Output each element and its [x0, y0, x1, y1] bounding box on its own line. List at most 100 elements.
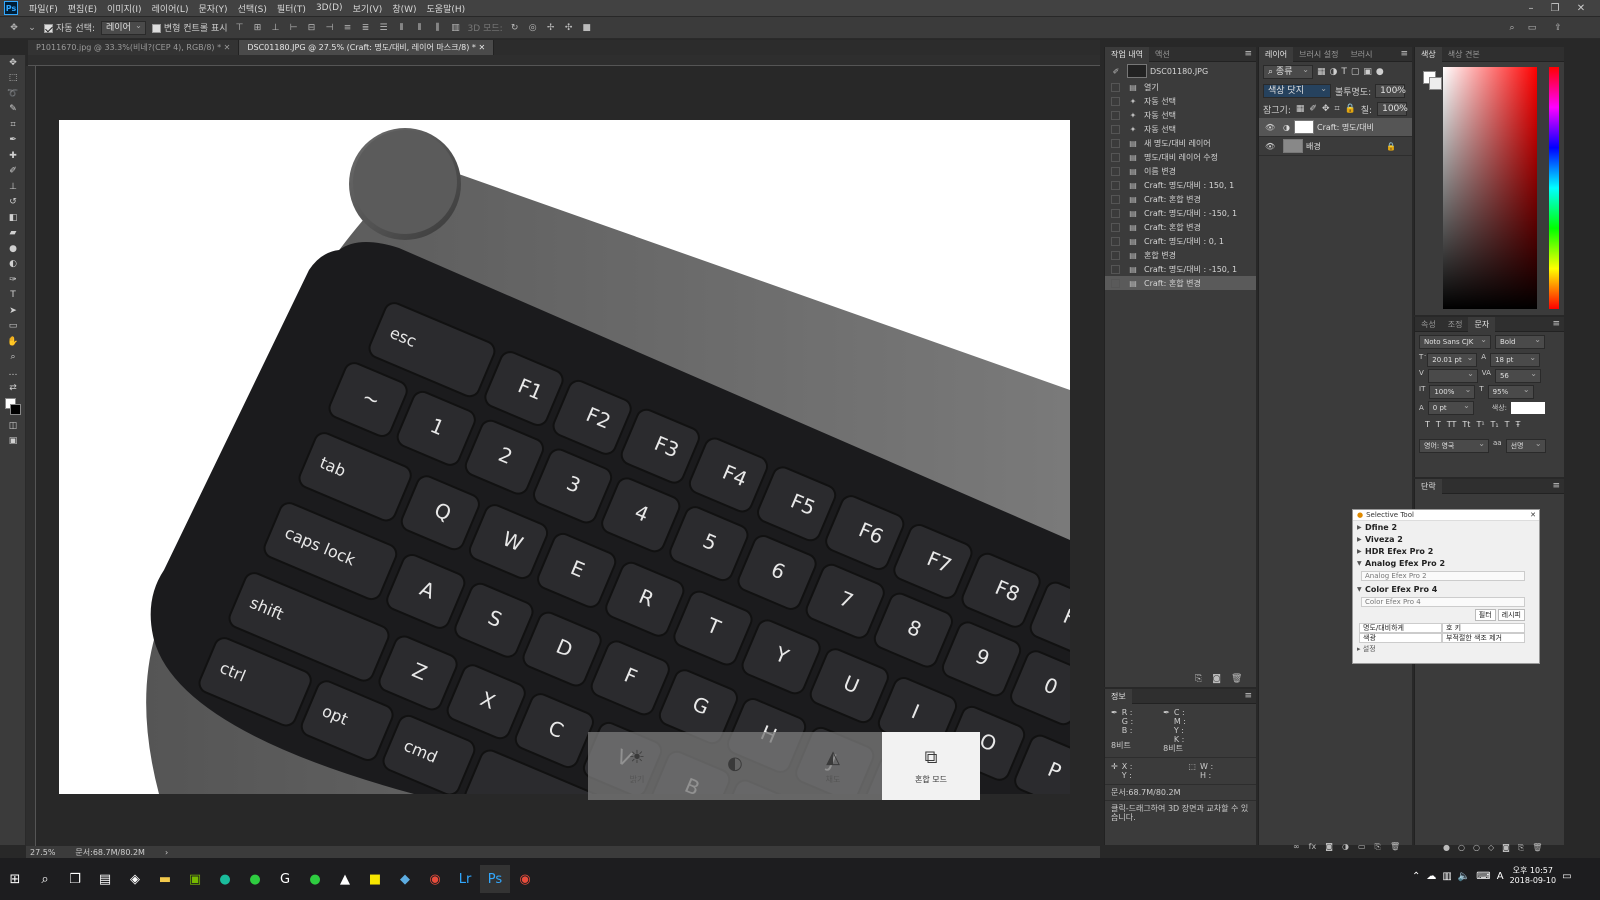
- filter-pixel-icon[interactable]: ▦: [1317, 67, 1326, 77]
- layer-row-background[interactable]: 👁 배경 🔒: [1259, 137, 1412, 156]
- selective-item-color-efex[interactable]: ▼ Color Efex Pro 4: [1353, 583, 1539, 595]
- hand-tool-icon[interactable]: ✋: [0, 334, 26, 350]
- fill-input[interactable]: 100%: [1377, 101, 1408, 116]
- menu-select[interactable]: 선택(S): [233, 2, 272, 15]
- leading-input[interactable]: 18 pt: [1490, 352, 1541, 367]
- background-swatch[interactable]: [1429, 77, 1442, 90]
- notepad-icon[interactable]: ▤: [90, 865, 120, 893]
- history-brush-source[interactable]: [1111, 82, 1120, 92]
- history-brush-source[interactable]: [1111, 278, 1120, 288]
- document-canvas[interactable]: esc F1 F2 F3 F4 F5 F6 F7 F8 F9 ~1 2 3 4 5 6 7 8 9 0 tab Q W E R T…: [59, 120, 1070, 794]
- history-item[interactable]: ✦ 자동 선택: [1105, 108, 1256, 122]
- distribute-right-icon[interactable]: ⫼: [432, 22, 444, 34]
- history-item[interactable]: ▤ Craft: 혼합 변경: [1105, 276, 1256, 290]
- tab-document-1[interactable]: P1011670.jpg @ 33.3%(비네?(CEP 4), RGB/8) …: [28, 40, 240, 55]
- blur-tool-icon[interactable]: ●: [0, 241, 26, 257]
- restore-icon[interactable]: ❐: [1544, 0, 1566, 16]
- lightroom-icon[interactable]: Lr: [450, 865, 480, 893]
- menu-help[interactable]: 도움말(H): [422, 2, 471, 15]
- layer-row-adjustment[interactable]: 👁 ◑ Craft: 명도/대비: [1259, 118, 1412, 137]
- brush-tool-icon[interactable]: ✐: [0, 164, 26, 180]
- hud-brightness[interactable]: ☀ 밝기: [588, 732, 686, 800]
- eraser-tool-icon[interactable]: ◧: [0, 210, 26, 226]
- align-center-icon[interactable]: ⊟: [306, 22, 318, 34]
- tab-properties[interactable]: 속성: [1415, 317, 1442, 332]
- all-caps-icon[interactable]: TT: [1447, 420, 1457, 429]
- type-tool-icon[interactable]: T: [0, 288, 26, 304]
- app-icon[interactable]: ◆: [390, 865, 420, 893]
- new-icon[interactable]: ⎘: [1518, 843, 1524, 853]
- panel-menu-icon[interactable]: ≡: [1552, 481, 1564, 491]
- history-item[interactable]: ▤ 새 명도/대비 레이어: [1105, 136, 1256, 150]
- app-icon[interactable]: ◈: [120, 865, 150, 893]
- lock-all-icon[interactable]: 🔒: [1345, 104, 1356, 114]
- panel-menu-icon[interactable]: ≡: [1244, 49, 1256, 59]
- eye-icon[interactable]: 👁: [1265, 142, 1275, 151]
- tab-actions[interactable]: 액션: [1149, 47, 1176, 62]
- chevron-right-icon[interactable]: ›: [165, 848, 168, 857]
- close-icon[interactable]: ✕: [1530, 511, 1539, 519]
- history-brush-source[interactable]: [1111, 222, 1120, 232]
- tab-history[interactable]: 작업 내역: [1105, 46, 1149, 62]
- adjustment-icon[interactable]: ◑: [1342, 842, 1349, 852]
- tracking-input[interactable]: 56: [1494, 368, 1541, 383]
- history-brush-source[interactable]: [1111, 138, 1120, 148]
- crop-tool-icon[interactable]: ⌗: [0, 117, 26, 133]
- selective-item-dfine[interactable]: ▶ Dfine 2: [1353, 521, 1539, 533]
- history-brush-source[interactable]: [1111, 236, 1120, 246]
- share-icon[interactable]: ⇪: [1552, 22, 1564, 34]
- hud-blend-mode[interactable]: ⧉ 혼합 모드: [882, 732, 980, 800]
- history-item[interactable]: ▤ Craft: 명도/대비 : -150, 1: [1105, 262, 1256, 276]
- text-color-swatch[interactable]: [1511, 402, 1546, 414]
- blend-mode-select[interactable]: 색상 닷지: [1263, 83, 1331, 98]
- history-item[interactable]: ✦ 자동 선택: [1105, 122, 1256, 136]
- chevron-up-icon[interactable]: ⌃: [1412, 871, 1420, 882]
- small-caps-icon[interactable]: Tt: [1462, 420, 1470, 429]
- history-item[interactable]: ▤ 혼합 변경: [1105, 248, 1256, 262]
- recipe-button[interactable]: 레시피: [1497, 609, 1525, 621]
- selective-item-hdr[interactable]: ▶ HDR Efex Pro 2: [1353, 545, 1539, 557]
- trash-icon[interactable]: 🗑: [1231, 674, 1242, 684]
- font-family-select[interactable]: Noto Sans CJK ...: [1419, 334, 1491, 358]
- menu-type[interactable]: 문자(Y): [193, 2, 232, 15]
- anti-alias-select[interactable]: 선명: [1505, 438, 1546, 453]
- history-item[interactable]: ▤ Craft: 혼합 변경: [1105, 192, 1256, 206]
- menu-filter[interactable]: 필터(T): [272, 2, 311, 15]
- history-item[interactable]: ▤ 열기: [1105, 80, 1256, 94]
- healing-brush-icon[interactable]: ✚: [0, 148, 26, 164]
- history-brush-icon[interactable]: ↺: [0, 195, 26, 211]
- windows-start-icon[interactable]: ⊞: [0, 865, 30, 893]
- history-item[interactable]: ▤ 이름 변경: [1105, 164, 1256, 178]
- horizontal-scale-input[interactable]: 95%: [1487, 384, 1534, 399]
- history-brush-source[interactable]: [1111, 110, 1120, 120]
- language-select[interactable]: 영어: 영국: [1419, 438, 1489, 453]
- analog-efex-button[interactable]: Analog Efex Pro 2: [1361, 571, 1525, 581]
- roll-3d-icon[interactable]: ◎: [527, 22, 539, 34]
- chrome-icon[interactable]: ◉: [420, 865, 450, 893]
- selective-item-viveza[interactable]: ▶ Viveza 2: [1353, 533, 1539, 545]
- keyboard-icon[interactable]: ⌨: [1476, 871, 1490, 882]
- close-tab-icon[interactable]: ✕: [224, 43, 231, 52]
- lock-image-icon[interactable]: ✐: [1309, 104, 1317, 114]
- color-swatches[interactable]: [0, 396, 26, 418]
- transform-controls-checkbox[interactable]: 변형 컨트롤 표시: [151, 21, 228, 34]
- selective-tool-titlebar[interactable]: ● Selective Tool ✕: [1353, 510, 1539, 521]
- task-view-icon[interactable]: ❐: [60, 865, 90, 893]
- volume-icon[interactable]: 🔈: [1458, 871, 1470, 882]
- eye-icon[interactable]: 👁: [1265, 123, 1275, 132]
- more-tools-icon[interactable]: …: [0, 365, 26, 381]
- zoom-level[interactable]: 27.5%: [30, 848, 55, 857]
- filter-adjust-icon[interactable]: ◑: [1330, 67, 1338, 77]
- photoshop-logo[interactable]: Ps: [4, 1, 18, 15]
- ime-indicator[interactable]: A: [1497, 871, 1504, 882]
- file-explorer-icon[interactable]: ▬: [150, 865, 180, 893]
- tab-paragraph[interactable]: 단락: [1415, 478, 1442, 494]
- swap-colors-icon[interactable]: ⇄: [0, 381, 26, 397]
- move-tool-icon[interactable]: ✥: [8, 22, 20, 34]
- lasso-tool-icon[interactable]: ➰: [0, 86, 26, 102]
- pen-tool-icon[interactable]: ✑: [0, 272, 26, 288]
- recent-filter-item[interactable]: 색광: [1359, 633, 1442, 643]
- history-brush-source[interactable]: [1111, 264, 1120, 274]
- distribute-middle-icon[interactable]: ≣: [360, 22, 372, 34]
- layer-filter-kind[interactable]: ⌕ 종류: [1263, 64, 1313, 79]
